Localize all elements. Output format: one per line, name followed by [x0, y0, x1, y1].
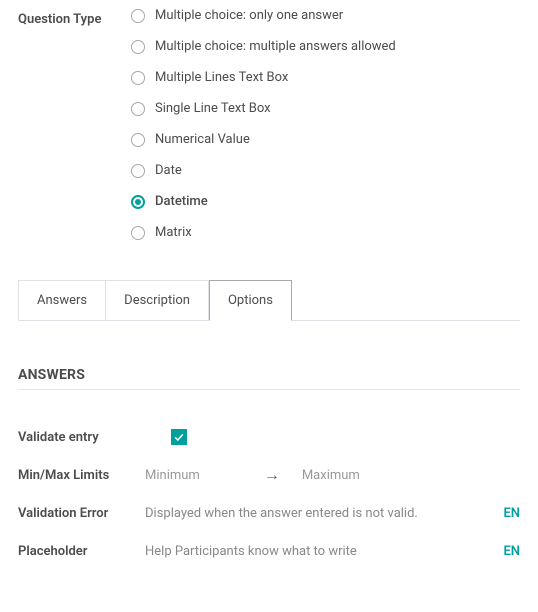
radio-option[interactable]: Multiple choice: multiple answers allowe… [131, 39, 396, 54]
validation-error-label: Validation Error [18, 506, 133, 521]
radio-icon-selected [131, 195, 145, 209]
radio-icon [131, 40, 145, 54]
radio-label: Date [155, 163, 182, 178]
validate-entry-label: Validate entry [18, 430, 133, 445]
radio-icon [131, 133, 145, 147]
minmax-label: Min/Max Limits [18, 468, 133, 483]
arrow-right-icon: → [264, 465, 280, 485]
minimum-input[interactable]: Minimum [145, 468, 200, 483]
radio-option[interactable]: Multiple Lines Text Box [131, 70, 396, 85]
question-type-label: Question Type [18, 8, 113, 27]
check-icon [173, 431, 185, 443]
radio-option[interactable]: Single Line Text Box [131, 101, 396, 116]
radio-option[interactable]: Multiple choice: only one answer [131, 8, 396, 23]
maximum-input[interactable]: Maximum [302, 468, 360, 483]
tab-options[interactable]: Options [209, 280, 292, 321]
radio-option-selected[interactable]: Datetime [131, 194, 396, 209]
radio-label: Multiple choice: only one answer [155, 8, 343, 23]
tab-answers[interactable]: Answers [18, 280, 106, 321]
tabs: Answers Description Options [18, 280, 520, 321]
radio-label: Multiple choice: multiple answers allowe… [155, 39, 396, 54]
lang-badge[interactable]: EN [503, 506, 520, 521]
radio-option[interactable]: Matrix [131, 225, 396, 240]
validation-error-input[interactable]: Displayed when the answer entered is not… [145, 506, 493, 521]
radio-label: Matrix [155, 225, 192, 240]
radio-label: Datetime [155, 194, 208, 209]
radio-icon [131, 71, 145, 85]
radio-label: Single Line Text Box [155, 101, 271, 116]
radio-label: Numerical Value [155, 132, 250, 147]
radio-label: Multiple Lines Text Box [155, 70, 288, 85]
tab-description[interactable]: Description [106, 280, 209, 321]
lang-badge[interactable]: EN [503, 544, 520, 559]
section-title-answers: ANSWERS [18, 367, 520, 383]
validate-entry-checkbox[interactable] [171, 429, 187, 445]
radio-icon [131, 164, 145, 178]
radio-icon [131, 226, 145, 240]
radio-option[interactable]: Date [131, 163, 396, 178]
radio-icon [131, 102, 145, 116]
radio-icon [131, 9, 145, 23]
section-divider [18, 389, 520, 390]
placeholder-label: Placeholder [18, 544, 133, 559]
placeholder-input[interactable]: Help Participants know what to write [145, 544, 493, 559]
question-type-options: Multiple choice: only one answer Multipl… [131, 8, 396, 240]
radio-option[interactable]: Numerical Value [131, 132, 396, 147]
